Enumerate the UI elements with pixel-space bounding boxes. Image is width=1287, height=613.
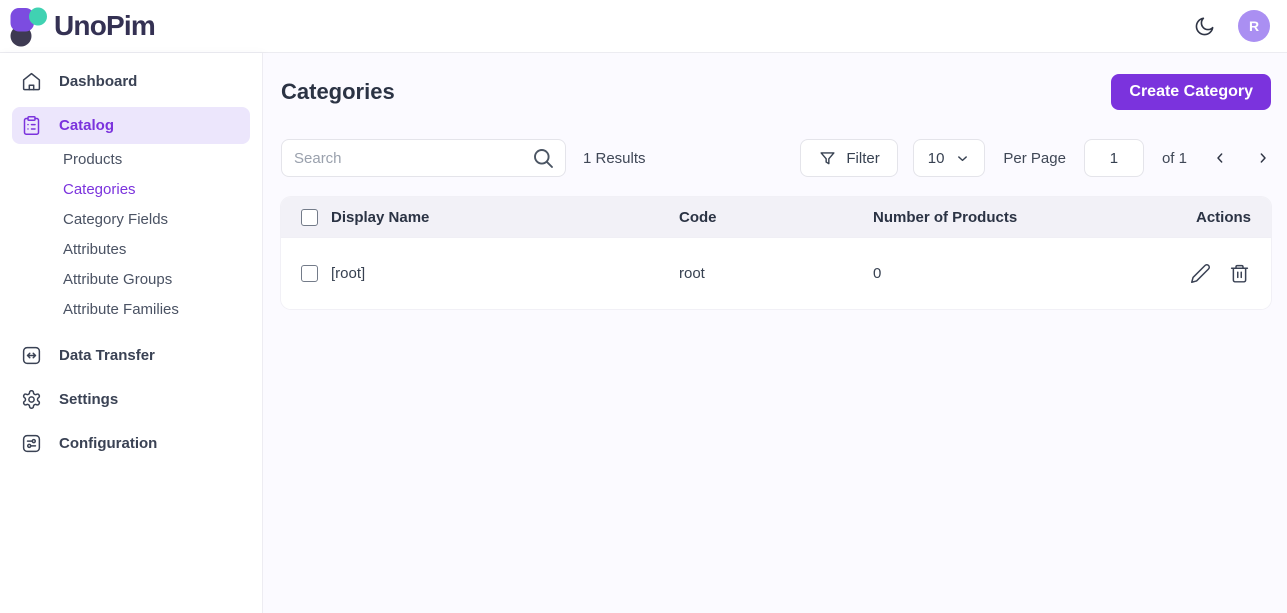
- sidebar-subitem-attributes[interactable]: Attributes: [63, 241, 250, 258]
- page-header: Categories Create Category: [281, 74, 1271, 110]
- table-header-row: Display Name Code Number of Products Act…: [281, 197, 1271, 237]
- chevron-down-icon: [955, 151, 970, 166]
- user-avatar[interactable]: R: [1238, 10, 1270, 42]
- sidebar-item-catalog[interactable]: Catalog: [12, 107, 250, 144]
- sidebar-item-dashboard[interactable]: Dashboard: [12, 63, 250, 100]
- brand-logo[interactable]: UnoPim: [10, 6, 155, 47]
- sidebar-item-label: Dashboard: [59, 73, 137, 90]
- home-icon: [21, 71, 42, 92]
- toolbar-right: Filter 10 Per Page of 1: [800, 139, 1271, 177]
- sidebar-item-label: Catalog: [59, 117, 114, 134]
- moon-icon: [1193, 15, 1216, 38]
- per-page-select[interactable]: 10: [913, 139, 986, 177]
- search-box: [281, 139, 566, 177]
- clipboard-list-icon: [21, 115, 42, 136]
- pencil-icon: [1190, 263, 1211, 284]
- filter-label: Filter: [846, 150, 879, 167]
- sidebar-item-label: Data Transfer: [59, 347, 155, 364]
- search-input[interactable]: [281, 139, 566, 177]
- select-all-checkbox[interactable]: [301, 209, 318, 226]
- chevron-right-icon: [1255, 150, 1271, 166]
- previous-page-button[interactable]: [1212, 150, 1228, 166]
- table-row: [root] root 0: [281, 237, 1271, 309]
- top-bar: UnoPim R: [0, 0, 1287, 53]
- sidebar-subitem-products[interactable]: Products: [63, 151, 250, 168]
- row-actions: [1151, 263, 1271, 284]
- sliders-icon: [21, 433, 42, 454]
- filter-funnel-icon: [818, 149, 837, 168]
- gear-icon: [21, 389, 42, 410]
- dark-mode-toggle[interactable]: [1193, 15, 1216, 38]
- sidebar-item-data-transfer[interactable]: Data Transfer: [12, 337, 250, 374]
- create-category-button[interactable]: Create Category: [1111, 74, 1271, 110]
- sidebar-subitem-attribute-families[interactable]: Attribute Families: [63, 301, 250, 318]
- cell-display-name: [root]: [331, 265, 679, 282]
- sidebar-item-settings[interactable]: Settings: [12, 381, 250, 418]
- sidebar-item-label: Configuration: [59, 435, 157, 452]
- results-count: 1 Results: [583, 150, 646, 167]
- trash-icon: [1229, 263, 1250, 284]
- col-header-number-of-products: Number of Products: [873, 209, 1151, 226]
- row-checkbox-cell: [281, 265, 331, 282]
- avatar-initial: R: [1249, 18, 1259, 34]
- topbar-actions: R: [1193, 10, 1270, 42]
- chevron-left-icon: [1212, 150, 1228, 166]
- main-content: Categories Create Category 1 Results: [263, 53, 1287, 613]
- sidebar-subitem-attribute-groups[interactable]: Attribute Groups: [63, 271, 250, 288]
- next-page-button[interactable]: [1255, 150, 1271, 166]
- sidebar: Dashboard Catalog Products Categories Ca…: [0, 53, 263, 613]
- brand-wordmark: UnoPim: [54, 10, 155, 42]
- sidebar-subitem-category-fields[interactable]: Category Fields: [63, 211, 250, 228]
- page-number-input[interactable]: [1084, 139, 1144, 177]
- per-page-value: 10: [928, 150, 945, 167]
- data-transfer-icon: [21, 345, 42, 366]
- sidebar-subitem-categories[interactable]: Categories: [63, 181, 250, 198]
- per-page-label: Per Page: [1003, 150, 1066, 167]
- delete-button[interactable]: [1229, 263, 1250, 284]
- brand-logo-icon: [10, 6, 47, 47]
- edit-button[interactable]: [1190, 263, 1211, 284]
- pagination: [1212, 150, 1271, 166]
- search-icon[interactable]: [531, 146, 555, 170]
- filter-button[interactable]: Filter: [800, 139, 897, 177]
- col-header-code: Code: [679, 209, 873, 226]
- page-title: Categories: [281, 79, 395, 105]
- page-of-label: of 1: [1162, 150, 1187, 167]
- categories-table: Display Name Code Number of Products Act…: [281, 197, 1271, 309]
- datagrid-toolbar: 1 Results Filter 10: [281, 139, 1271, 177]
- sidebar-item-label: Settings: [59, 391, 118, 408]
- col-header-actions: Actions: [1151, 209, 1271, 226]
- col-header-display-name: Display Name: [331, 209, 679, 226]
- sidebar-item-configuration[interactable]: Configuration: [12, 425, 250, 462]
- header-checkbox-cell: [281, 209, 331, 226]
- cell-code: root: [679, 265, 873, 282]
- catalog-submenu: Products Categories Category Fields Attr…: [12, 151, 250, 318]
- cell-number-of-products: 0: [873, 265, 1151, 282]
- row-checkbox[interactable]: [301, 265, 318, 282]
